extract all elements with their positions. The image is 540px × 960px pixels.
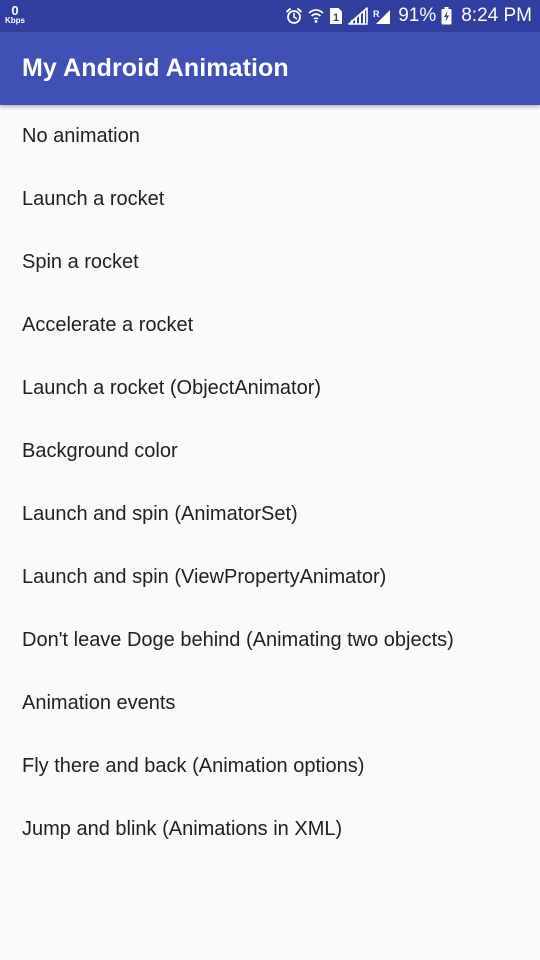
screen: 0 Kbps 1 R 91% 8:24 PM My Android Animat… <box>0 0 540 960</box>
menu-item-jump-and-blink[interactable]: Jump and blink (Animations in XML) <box>0 798 540 861</box>
signal-icon <box>348 7 369 25</box>
app-bar: My Android Animation <box>0 32 540 105</box>
menu-item-doge-two-objects[interactable]: Don't leave Doge behind (Animating two o… <box>0 609 540 672</box>
menu-item-launch-rocket[interactable]: Launch a rocket <box>0 168 540 231</box>
svg-text:R: R <box>373 9 380 19</box>
menu-item-fly-there-and-back[interactable]: Fly there and back (Animation options) <box>0 735 540 798</box>
wifi-icon <box>308 7 324 25</box>
battery-charging-icon <box>441 7 452 25</box>
menu-item-launch-spin-viewpropertyanimator[interactable]: Launch and spin (ViewPropertyAnimator) <box>0 546 540 609</box>
menu-item-launch-rocket-objectanimator[interactable]: Launch a rocket (ObjectAnimator) <box>0 357 540 420</box>
sim-1-icon: 1 <box>329 7 343 25</box>
animation-menu-list: No animation Launch a rocket Spin a rock… <box>0 105 540 861</box>
status-bar: 0 Kbps 1 R 91% 8:24 PM <box>0 0 540 32</box>
svg-text:1: 1 <box>333 12 339 24</box>
menu-item-launch-spin-animatorset[interactable]: Launch and spin (AnimatorSet) <box>0 483 540 546</box>
network-speed-indicator: 0 Kbps <box>4 4 26 25</box>
menu-item-no-animation[interactable]: No animation <box>0 105 540 168</box>
menu-item-background-color[interactable]: Background color <box>0 420 540 483</box>
app-title: My Android Animation <box>22 54 289 82</box>
alarm-icon <box>285 7 303 25</box>
battery-percent: 91% <box>398 5 437 26</box>
status-icons: 1 R 91% 8:24 PM <box>285 0 532 32</box>
signal-r-icon: R <box>373 7 391 25</box>
status-time: 8:24 PM <box>461 5 532 26</box>
network-speed-unit: Kbps <box>5 16 25 25</box>
menu-item-animation-events[interactable]: Animation events <box>0 672 540 735</box>
menu-item-spin-rocket[interactable]: Spin a rocket <box>0 231 540 294</box>
menu-item-accelerate-rocket[interactable]: Accelerate a rocket <box>0 294 540 357</box>
